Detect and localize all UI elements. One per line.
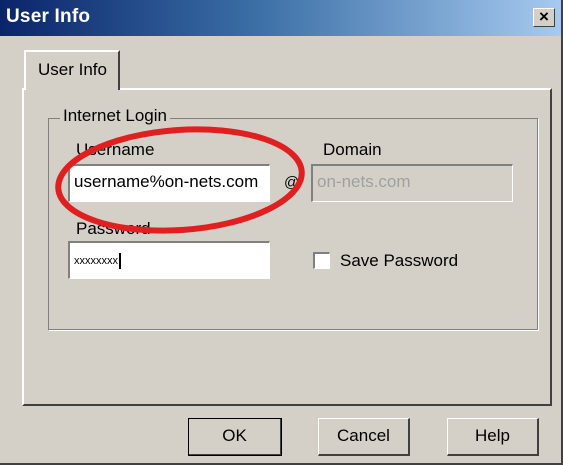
title-bar[interactable]: User Info × bbox=[0, 0, 561, 36]
password-label: Password bbox=[76, 219, 151, 238]
password-field[interactable]: xxxxxxxx bbox=[68, 241, 270, 279]
group-legend: Internet Login bbox=[60, 106, 170, 126]
ok-button[interactable]: OK bbox=[188, 418, 282, 456]
domain-field: on-nets.com bbox=[311, 164, 513, 202]
tab-user-info[interactable]: User Info bbox=[24, 50, 120, 90]
text-caret bbox=[119, 253, 121, 269]
password-mask: xxxxxxxx bbox=[74, 254, 118, 267]
cancel-button[interactable]: Cancel bbox=[318, 418, 410, 456]
user-info-dialog: User Info × User Info Internet Login Use… bbox=[0, 0, 563, 465]
save-password-label[interactable]: Save Password bbox=[340, 251, 458, 271]
username-label: Username bbox=[76, 140, 155, 159]
username-field[interactable]: username%on-nets.com bbox=[68, 164, 270, 202]
help-button[interactable]: Help bbox=[447, 418, 539, 456]
at-icon: @ bbox=[284, 174, 300, 191]
close-button[interactable]: × bbox=[533, 8, 555, 27]
domain-label: Domain bbox=[323, 140, 382, 159]
window-title: User Info bbox=[6, 6, 91, 27]
save-password-checkbox[interactable] bbox=[313, 252, 330, 269]
tab-label: User Info bbox=[38, 60, 107, 79]
close-icon: × bbox=[539, 7, 549, 26]
